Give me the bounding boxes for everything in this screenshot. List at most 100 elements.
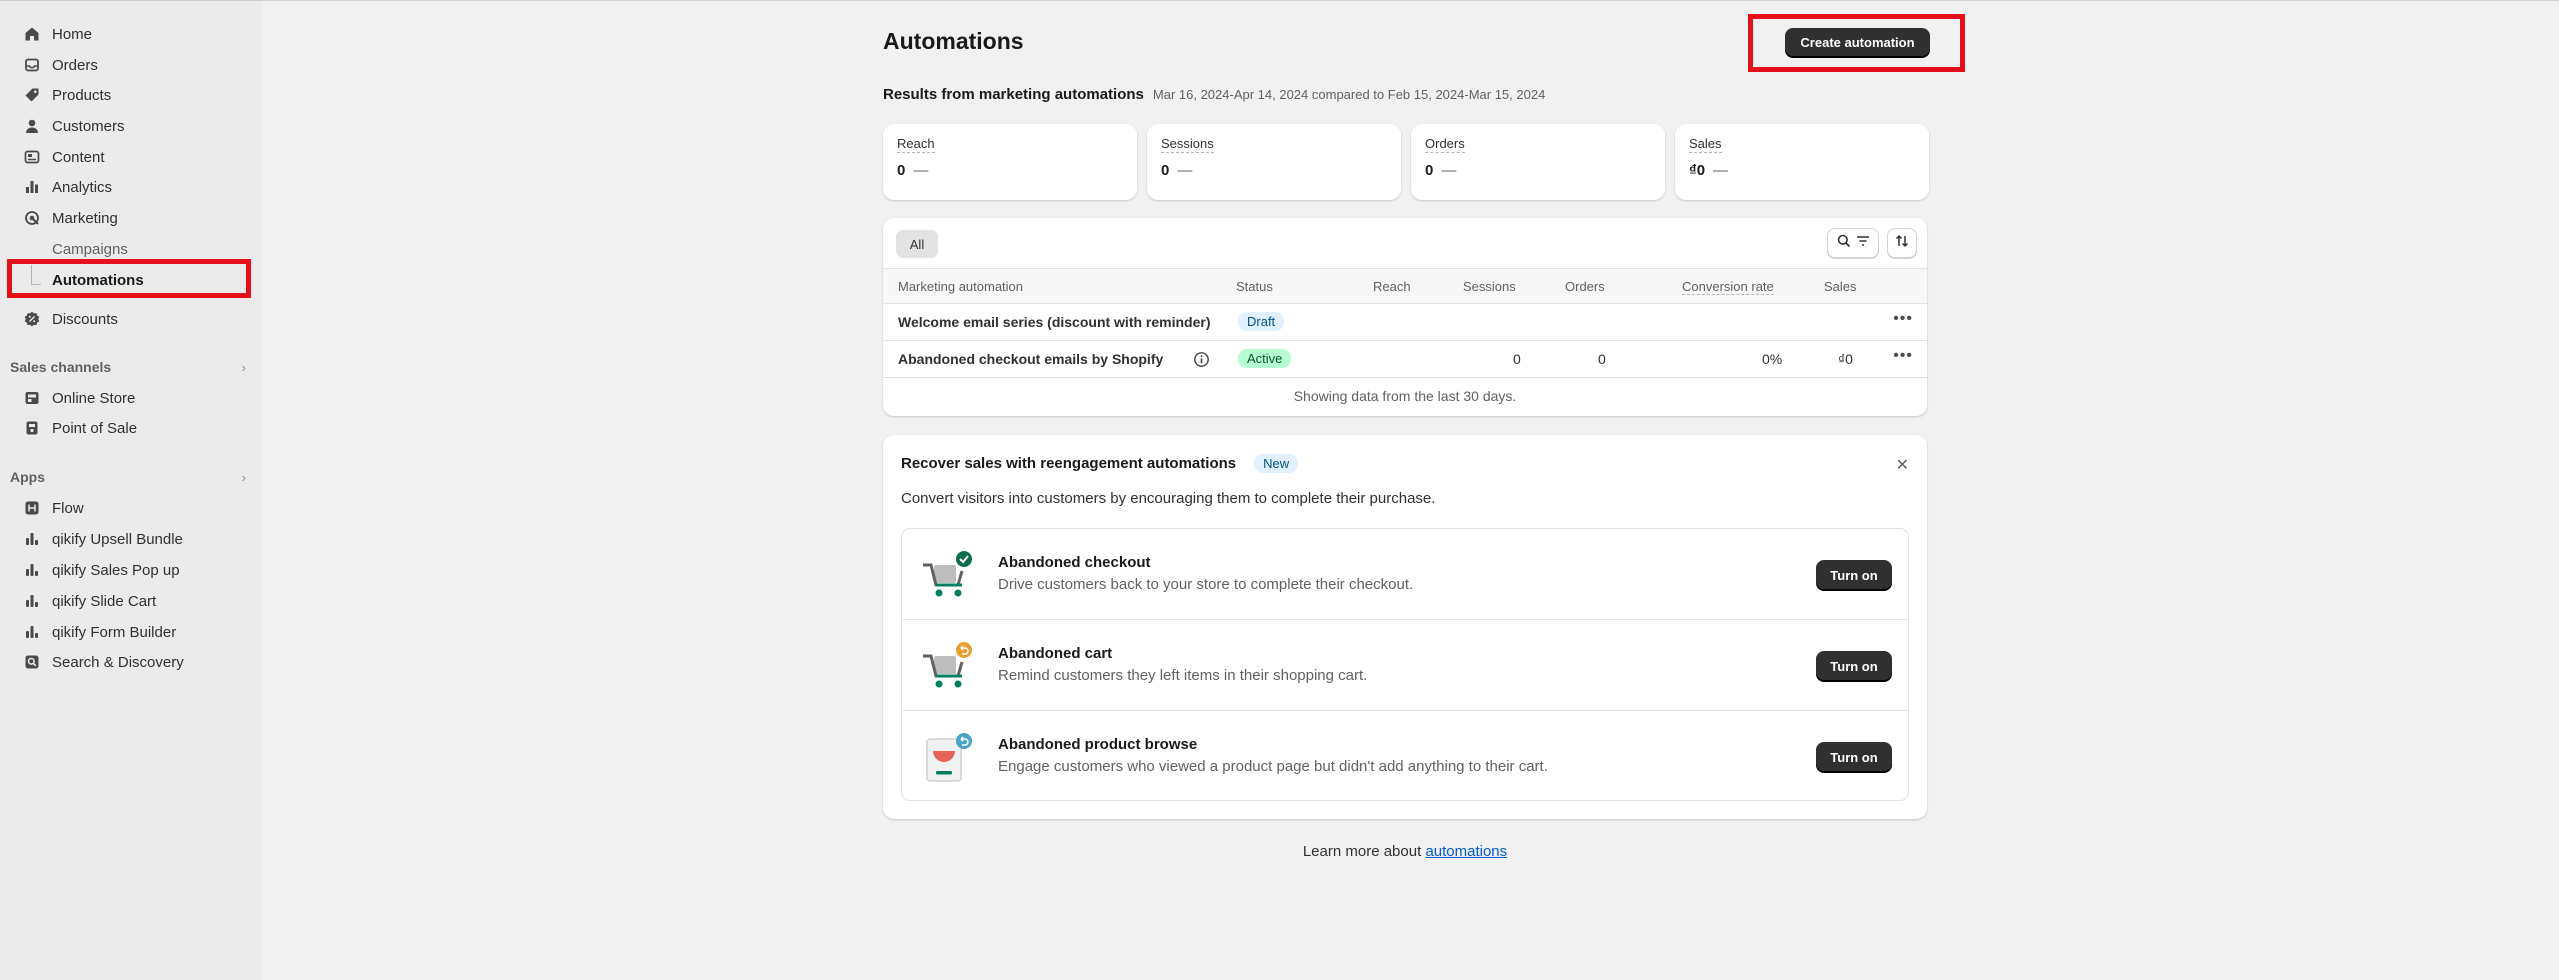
more-actions-icon[interactable]: •••	[1893, 310, 1913, 328]
sidebar-item-customers[interactable]: Customers	[10, 112, 250, 140]
promo-item-description: Remind customers they left items in thei…	[998, 667, 1368, 684]
sidebar-item-online-store[interactable]: Online Store	[10, 384, 250, 412]
automation-name[interactable]: Abandoned checkout emails by Shopify	[898, 351, 1163, 367]
sales-value: ₫0	[1838, 351, 1853, 367]
tag-icon	[24, 87, 40, 103]
pos-icon	[24, 420, 40, 436]
sidebar-item-analytics[interactable]: Analytics	[10, 173, 250, 201]
column-header: Marketing automation	[898, 279, 1024, 294]
sidebar-item-label: Home	[52, 25, 93, 43]
sidebar-item-qikify-popup[interactable]: qikify Sales Pop up	[10, 556, 250, 584]
metric-card-reach[interactable]: Reach 0—	[883, 124, 1137, 200]
promo-item-title: Abandoned product browse	[998, 736, 1198, 753]
flow-icon	[24, 500, 40, 516]
metric-value: 0—	[1425, 162, 1457, 179]
sidebar-item-label: Customers	[52, 117, 125, 135]
promo-subtitle: Convert visitors into customers by encou…	[901, 490, 1436, 507]
new-badge: New	[1254, 454, 1299, 473]
metric-card-sessions[interactable]: Sessions 0—	[1147, 124, 1401, 200]
promo-item-description: Drive customers back to your store to co…	[998, 576, 1414, 593]
create-automation-button[interactable]: Create automation	[1785, 28, 1930, 57]
section-heading: Apps	[10, 469, 45, 485]
sidebar-item-qikify-slide-cart[interactable]: qikify Slide Cart	[10, 587, 250, 615]
conversion-value: 0%	[1762, 351, 1783, 367]
table-header: Marketing automation Status Reach Sessio…	[883, 268, 1927, 304]
sidebar-item-qikify-form-builder[interactable]: qikify Form Builder	[10, 618, 250, 646]
target-icon	[24, 210, 40, 226]
sales-channels-section[interactable]: Sales channels ›	[10, 359, 246, 375]
sidebar-item-orders[interactable]: Orders	[10, 51, 250, 79]
sidebar-item-home[interactable]: Home	[10, 20, 250, 48]
list-item: Abandoned product browse Engage customer…	[902, 711, 1908, 802]
metric-label: Sales	[1689, 136, 1722, 153]
metric-label: Reach	[897, 136, 935, 153]
section-heading: Sales channels	[10, 359, 112, 375]
app-bars-icon	[24, 531, 40, 547]
store-icon	[24, 390, 40, 406]
sidebar-item-label: Online Store	[52, 389, 136, 407]
column-header: Conversion rate	[1682, 279, 1774, 295]
search-icon	[1836, 233, 1852, 253]
turn-on-button[interactable]: Turn on	[1816, 560, 1892, 590]
person-icon	[24, 118, 40, 134]
page-title: Automations	[883, 28, 1024, 54]
turn-on-button[interactable]: Turn on	[1816, 651, 1892, 681]
sidebar-item-label: qikify Sales Pop up	[52, 561, 180, 579]
sidebar-item-flow[interactable]: Flow	[10, 494, 250, 522]
column-header: Sessions	[1463, 279, 1516, 294]
metric-label: Sessions	[1161, 136, 1214, 153]
info-icon[interactable]	[1193, 351, 1210, 371]
column-header: Reach	[1373, 279, 1411, 294]
apps-section[interactable]: Apps ›	[10, 469, 246, 485]
metric-value: 0—	[1161, 162, 1193, 179]
sidebar-item-qikify-upsell[interactable]: qikify Upsell Bundle	[10, 525, 250, 553]
home-icon	[24, 26, 40, 42]
sidebar-item-point-of-sale[interactable]: Point of Sale	[10, 414, 250, 442]
metric-value: 0—	[897, 162, 929, 179]
sidebar-item-label: Products	[52, 86, 112, 104]
learn-more: Learn more about automations	[883, 843, 1927, 860]
highlight-automations	[7, 259, 251, 298]
automations-table-card: All Marketing automation Status Reach Se…	[883, 218, 1927, 416]
sidebar-item-content[interactable]: Content	[10, 143, 250, 171]
sidebar-item-marketing[interactable]: Marketing	[10, 204, 250, 232]
table-row[interactable]: Abandoned checkout emails by Shopify Act…	[883, 341, 1927, 378]
sidebar-item-label: Content	[52, 148, 105, 166]
automations-link[interactable]: automations	[1425, 843, 1507, 860]
product-browse-icon	[919, 729, 975, 785]
promo-title: Recover sales with reengagement automati…	[901, 454, 1299, 473]
automation-name[interactable]: Welcome email series (discount with remi…	[898, 314, 1211, 330]
sidebar-item-label: qikify Form Builder	[52, 623, 177, 641]
table-row[interactable]: Welcome email series (discount with remi…	[883, 304, 1927, 341]
sort-button[interactable]	[1887, 228, 1917, 258]
column-header: Sales	[1824, 279, 1857, 294]
bar-chart-icon	[24, 179, 40, 195]
sidebar-item-label: Point of Sale	[52, 419, 138, 437]
sidebar-item-label: Marketing	[52, 209, 118, 227]
close-icon[interactable]: ✕	[1896, 455, 1909, 475]
table-footnote: Showing data from the last 30 days.	[1293, 388, 1517, 404]
promo-list: Abandoned checkout Drive customers back …	[901, 528, 1909, 801]
metric-card-orders[interactable]: Orders 0—	[1411, 124, 1665, 200]
status-badge: Active	[1238, 349, 1292, 368]
sidebar-item-label: Orders	[52, 56, 98, 74]
metric-label: Orders	[1425, 136, 1465, 153]
sidebar-item-search-discovery[interactable]: Search & Discovery	[10, 648, 250, 676]
results-title: Results from marketing automations	[883, 86, 1144, 103]
content-icon	[24, 149, 40, 165]
sidebar-item-label: qikify Slide Cart	[52, 592, 157, 610]
metric-card-sales[interactable]: Sales ₫0—	[1675, 124, 1929, 200]
sidebar-item-campaigns[interactable]: Campaigns	[52, 237, 128, 261]
chevron-right-icon: ›	[241, 469, 246, 485]
promo-title-text: Recover sales with reengagement automati…	[901, 455, 1237, 472]
more-actions-icon[interactable]: •••	[1893, 347, 1913, 365]
tab-all[interactable]: All	[896, 230, 938, 258]
sidebar-item-label: Analytics	[52, 178, 113, 196]
sidebar-item-discounts[interactable]: Discounts	[10, 305, 250, 333]
reengagement-promo-card: Recover sales with reengagement automati…	[883, 435, 1927, 819]
promo-item-title: Abandoned checkout	[998, 554, 1151, 571]
turn-on-button[interactable]: Turn on	[1816, 742, 1892, 772]
search-filter-button[interactable]	[1827, 228, 1879, 258]
app-bars-icon	[24, 593, 40, 609]
sidebar-item-products[interactable]: Products	[10, 81, 250, 109]
